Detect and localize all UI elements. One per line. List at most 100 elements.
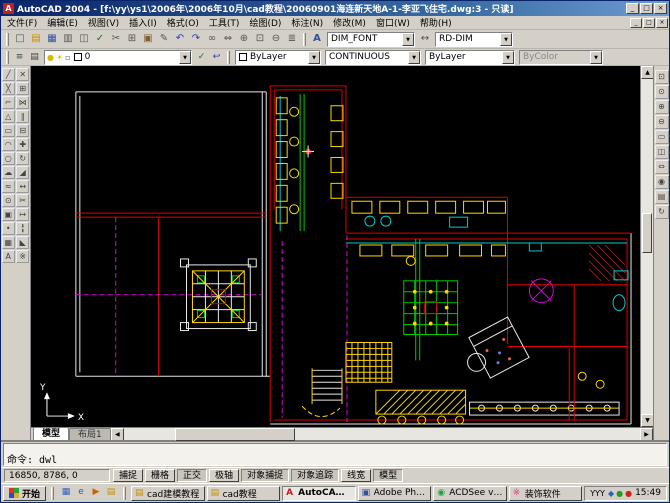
status-toggle-snap[interactable]: 捕捉 bbox=[113, 469, 143, 482]
hatch-tool[interactable]: ▦ bbox=[2, 236, 15, 249]
status-toggle-lwt[interactable]: 线宽 bbox=[341, 469, 371, 482]
zoom-out-icon[interactable]: ⊖ bbox=[655, 115, 669, 129]
minimize-button[interactable]: _ bbox=[626, 3, 639, 14]
insert-block-tool[interactable]: ▣ bbox=[2, 208, 15, 221]
text-style-select[interactable]: DIM_FONT ▼ bbox=[327, 32, 415, 47]
ime-indicator[interactable]: YYY bbox=[590, 489, 605, 498]
task-autocad[interactable]: A AutoCAD 200... bbox=[282, 486, 356, 501]
rectangle-tool[interactable]: ▭ bbox=[2, 124, 15, 137]
copy-tool[interactable]: ⊞ bbox=[16, 82, 29, 95]
start-button[interactable]: 开始 bbox=[3, 486, 46, 501]
menu-item[interactable]: 修改(M) bbox=[328, 15, 371, 30]
menu-item[interactable]: 编辑(E) bbox=[42, 15, 83, 30]
doc-close-button[interactable]: × bbox=[656, 18, 668, 28]
toolbar-grip[interactable] bbox=[227, 51, 230, 64]
chevron-down-icon[interactable]: ▼ bbox=[408, 51, 420, 64]
open-icon[interactable]: ▤ bbox=[28, 31, 44, 47]
command-prompt[interactable]: 命令: dwl bbox=[7, 455, 663, 466]
task-cad-modeling-tutorial[interactable]: ▤ cad建模教程 bbox=[131, 486, 205, 501]
maximize-button[interactable]: □ bbox=[640, 3, 653, 14]
chevron-down-icon[interactable]: ▼ bbox=[179, 51, 191, 64]
horizontal-scrollbar[interactable]: ◀ ▶ bbox=[111, 428, 653, 441]
drawing-canvas[interactable]: Y X bbox=[31, 66, 640, 427]
vertical-scroll-thumb[interactable] bbox=[642, 213, 652, 253]
zoom-in-icon[interactable]: ⊕ bbox=[655, 100, 669, 114]
menu-item[interactable]: 标注(N) bbox=[286, 15, 328, 30]
linetype-select[interactable]: CONTINUOUS ▼ bbox=[325, 50, 421, 65]
layer-select[interactable]: ●☀▫ 0 ▼ bbox=[44, 50, 192, 65]
doc-minimize-button[interactable]: _ bbox=[630, 18, 642, 28]
cut-icon[interactable]: ✂ bbox=[108, 31, 124, 47]
task-cad-tutorial[interactable]: ▤ cad教程 bbox=[207, 486, 281, 501]
status-toggle-grid[interactable]: 栅格 bbox=[145, 469, 175, 482]
menu-item[interactable]: 工具(T) bbox=[204, 15, 245, 30]
task-decor-software[interactable]: ※ 装饰软件 bbox=[509, 486, 583, 501]
plot-preview-icon[interactable]: ◫ bbox=[76, 31, 92, 47]
media-player-icon[interactable]: ▶ bbox=[89, 486, 103, 500]
color-select[interactable]: ByLayer ▼ bbox=[235, 50, 321, 65]
break-tool[interactable]: ╏ bbox=[16, 222, 29, 235]
menu-item[interactable]: 绘图(D) bbox=[244, 15, 286, 30]
status-toggle-ortho[interactable]: 正交 bbox=[177, 469, 207, 482]
status-toggle-otrack[interactable]: 对象追踪 bbox=[291, 469, 339, 482]
tab-model[interactable]: 模型 bbox=[33, 427, 69, 440]
status-toggle-model[interactable]: 模型 bbox=[373, 469, 403, 482]
offset-tool[interactable]: ∥ bbox=[16, 110, 29, 123]
dim-style-select[interactable]: RD-DIM ▼ bbox=[435, 32, 513, 47]
erase-tool[interactable]: ✕ bbox=[16, 68, 29, 81]
lineweight-select[interactable]: ByLayer ▼ bbox=[425, 50, 515, 65]
status-toggle-polar[interactable]: 极轴 bbox=[209, 469, 239, 482]
tray-icon-1[interactable]: ◆ bbox=[608, 487, 614, 500]
hyperlink-icon[interactable]: ∞ bbox=[204, 31, 220, 47]
menu-item[interactable]: 文件(F) bbox=[2, 15, 42, 30]
menu-item[interactable]: 帮助(H) bbox=[415, 15, 457, 30]
chevron-down-icon[interactable]: ▼ bbox=[502, 51, 514, 64]
construction-line-tool[interactable]: ╳ bbox=[2, 82, 15, 95]
text-tool[interactable]: A bbox=[2, 250, 15, 263]
stretch-tool[interactable]: ↔ bbox=[16, 180, 29, 193]
show-desktop-icon[interactable]: ▦ bbox=[59, 486, 73, 500]
rotate-tool[interactable]: ↻ bbox=[16, 152, 29, 165]
copy-icon[interactable]: ⊞ bbox=[124, 31, 140, 47]
menu-item[interactable]: 视图(V) bbox=[83, 15, 124, 30]
save-icon[interactable]: ▦ bbox=[44, 31, 60, 47]
menu-item[interactable]: 窗口(W) bbox=[371, 15, 415, 30]
trim-tool[interactable]: ✂ bbox=[16, 194, 29, 207]
move-tool[interactable]: ✚ bbox=[16, 138, 29, 151]
pan-icon[interactable]: ⇔ bbox=[655, 160, 669, 174]
line-tool[interactable]: ╱ bbox=[2, 68, 15, 81]
zoom-dynamic-icon[interactable]: ⊙ bbox=[655, 85, 669, 99]
polygon-tool[interactable]: △ bbox=[2, 110, 15, 123]
array-tool[interactable]: ⊟ bbox=[16, 124, 29, 137]
chevron-down-icon[interactable]: ▼ bbox=[500, 33, 512, 46]
toolbar-grip[interactable] bbox=[6, 33, 9, 46]
menu-item[interactable]: 格式(O) bbox=[162, 15, 204, 30]
tray-icon-3[interactable]: ● bbox=[625, 487, 632, 500]
pan-icon[interactable]: ⇔ bbox=[220, 31, 236, 47]
new-icon[interactable]: □ bbox=[12, 31, 28, 47]
plot-icon[interactable]: ▥ bbox=[60, 31, 76, 47]
folder-icon[interactable]: ▤ bbox=[104, 486, 118, 500]
zoom-extents-icon[interactable]: ◫ bbox=[655, 145, 669, 159]
menu-item[interactable]: 插入(I) bbox=[124, 15, 162, 30]
zoom-window-icon[interactable]: ⊡ bbox=[252, 31, 268, 47]
chevron-down-icon[interactable]: ▼ bbox=[308, 51, 320, 64]
revcloud-tool[interactable]: ☁ bbox=[2, 166, 15, 179]
zoom-window-icon[interactable]: ⊡ bbox=[655, 70, 669, 84]
point-tool[interactable]: • bbox=[2, 222, 15, 235]
doc-restore-button[interactable]: □ bbox=[643, 18, 655, 28]
spell-icon[interactable]: ✓ bbox=[92, 31, 108, 47]
chevron-down-icon[interactable]: ▼ bbox=[402, 33, 414, 46]
horizontal-scroll-thumb[interactable] bbox=[175, 428, 295, 441]
zoom-realtime-icon[interactable]: ⊕ bbox=[236, 31, 252, 47]
spline-tool[interactable]: ≈ bbox=[2, 180, 15, 193]
zoom-all-icon[interactable]: ▭ bbox=[655, 130, 669, 144]
mirror-tool[interactable]: ⋈ bbox=[16, 96, 29, 109]
task-photoshop[interactable]: ▣ Adobe Photo... bbox=[358, 486, 432, 501]
extend-tool[interactable]: ↦ bbox=[16, 208, 29, 221]
match-properties-icon[interactable]: ✎ bbox=[156, 31, 172, 47]
arc-tool[interactable]: ◠ bbox=[2, 138, 15, 151]
toolbar-grip[interactable] bbox=[6, 51, 9, 64]
tray-icon-2[interactable]: ● bbox=[616, 487, 623, 500]
close-button[interactable]: × bbox=[654, 3, 667, 14]
